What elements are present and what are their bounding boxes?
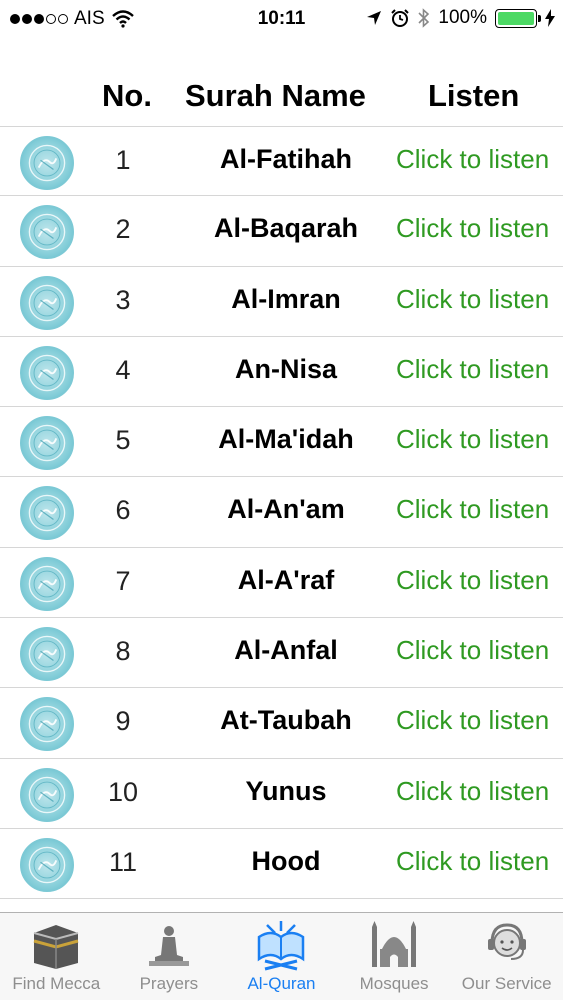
quran-medallion-icon	[20, 837, 74, 892]
tab-find-mecca[interactable]: Find Mecca	[0, 913, 113, 1000]
table-header: No. Surah Name Listen	[0, 78, 563, 122]
kaaba-icon	[28, 919, 84, 971]
listen-link[interactable]: Click to listen	[396, 144, 549, 175]
header-number: No.	[102, 78, 152, 113]
surah-number: 4	[115, 354, 131, 385]
listen-link[interactable]: Click to listen	[396, 565, 549, 596]
status-left: AIS	[10, 8, 135, 30]
status-bar: AIS 10:11 100%	[0, 0, 563, 38]
surah-row[interactable]: 11 Hood Click to listen	[0, 829, 563, 900]
bluetooth-icon	[418, 8, 430, 28]
quran-medallion-icon	[20, 697, 74, 752]
surah-list: 1 Al-Fatihah Click to listen 2 Al-Baqarah Cli…	[0, 126, 563, 900]
surah-number: 2	[115, 214, 131, 245]
surah-row[interactable]: 2 Al-Baqarah Click to listen	[0, 196, 563, 267]
tab-mosques[interactable]: Mosques	[338, 913, 451, 1000]
surah-name: Al-A'raf	[237, 564, 335, 595]
mosque-icon	[366, 919, 422, 971]
surah-row[interactable]: 9 At-Taubah Click to listen	[0, 688, 563, 759]
tab-bar: Find Mecca Prayers Al-Quran Mosques Our Serv…	[0, 912, 563, 1000]
surah-number: 11	[108, 846, 138, 877]
tab-label: Our Service	[461, 974, 552, 993]
listen-link[interactable]: Click to listen	[396, 494, 549, 525]
battery-percent: 100%	[438, 7, 487, 28]
wifi-icon	[111, 10, 134, 28]
surah-row[interactable]: 6 Al-An'am Click to listen	[0, 477, 563, 548]
status-right: 100%	[366, 7, 555, 29]
battery-icon	[495, 8, 541, 28]
quran-medallion-icon	[20, 767, 74, 822]
praying-person-icon	[141, 919, 197, 971]
surah-number: 7	[115, 565, 131, 596]
surah-name: Al-An'am	[227, 494, 345, 525]
header-surah-name: Surah Name	[185, 78, 366, 113]
surah-number: 8	[115, 636, 131, 667]
tab-label: Al-Quran	[247, 974, 316, 993]
listen-link[interactable]: Click to listen	[396, 776, 549, 807]
surah-name: Al-Baqarah	[213, 213, 359, 244]
quran-medallion-icon	[20, 627, 74, 682]
tab-al-quran[interactable]: Al-Quran	[225, 913, 338, 1000]
tab-prayers[interactable]: Prayers	[113, 913, 226, 1000]
listen-link[interactable]: Click to listen	[396, 213, 549, 244]
listen-link[interactable]: Click to listen	[396, 284, 549, 315]
carrier-name: AIS	[74, 8, 105, 29]
surah-row[interactable]: 5 Al-Ma'idah Click to listen	[0, 407, 563, 478]
surah-row[interactable]: 8 Al-Anfal Click to listen	[0, 618, 563, 689]
surah-number: 9	[115, 706, 131, 737]
header-listen: Listen	[428, 78, 520, 113]
listen-link[interactable]: Click to listen	[396, 705, 549, 736]
quran-medallion-icon	[20, 275, 74, 330]
tab-label: Mosques	[359, 974, 429, 993]
quran-medallion-icon	[20, 556, 74, 611]
surah-name: Hood	[251, 845, 321, 876]
quran-book-icon	[253, 919, 309, 971]
surah-number: 1	[115, 145, 131, 175]
surah-name: Al-Ma'idah	[218, 424, 354, 455]
surah-number: 5	[115, 425, 131, 456]
surah-name: At-Taubah	[220, 705, 352, 736]
tab-label: Prayers	[139, 974, 199, 993]
surah-name: Al-Anfal	[234, 635, 338, 666]
surah-row[interactable]: 4 An-Nisa Click to listen	[0, 337, 563, 408]
quran-medallion-icon	[20, 345, 74, 400]
surah-name: An-Nisa	[234, 353, 337, 384]
headset-agent-icon	[479, 919, 535, 971]
listen-link[interactable]: Click to listen	[396, 635, 549, 666]
listen-link[interactable]: Click to listen	[396, 846, 549, 877]
quran-medallion-icon	[20, 486, 74, 541]
surah-row[interactable]: 1 Al-Fatihah Click to listen	[0, 126, 563, 197]
location-arrow-icon	[367, 11, 382, 25]
surah-number: 10	[107, 776, 139, 807]
charging-bolt-icon	[545, 9, 555, 27]
tab-label: Find Mecca	[12, 974, 101, 993]
surah-name: Al-Imran	[231, 283, 341, 314]
surah-row[interactable]: 3 Al-Imran Click to listen	[0, 267, 563, 337]
quran-medallion-icon	[20, 205, 74, 260]
surah-number: 3	[115, 284, 131, 315]
surah-row[interactable]: 7 Al-A'raf Click to listen	[0, 548, 563, 619]
alarm-clock-icon	[391, 9, 410, 27]
listen-link[interactable]: Click to listen	[396, 354, 549, 385]
surah-row[interactable]: 10 Yunus Click to listen	[0, 759, 563, 829]
surah-number: 6	[115, 495, 131, 526]
signal-strength-icon	[10, 14, 68, 24]
tab-our-service[interactable]: Our Service	[450, 913, 563, 1000]
listen-link[interactable]: Click to listen	[396, 424, 549, 455]
quran-medallion-icon	[20, 136, 74, 190]
quran-medallion-icon	[20, 416, 74, 471]
surah-name: Al-Fatihah	[220, 144, 352, 174]
surah-name: Yunus	[245, 775, 327, 806]
